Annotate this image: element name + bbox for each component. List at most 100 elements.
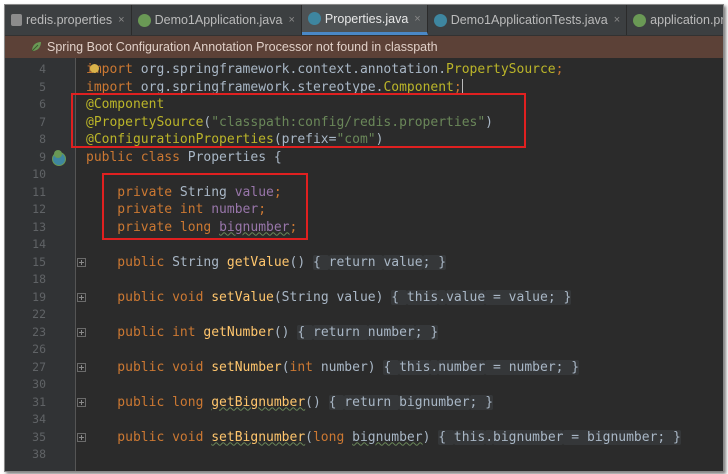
code-token: value	[383, 254, 423, 270]
fold-expand-icon[interactable]	[77, 362, 86, 372]
code-token: = bignumber; }	[563, 429, 681, 445]
line-number: 19	[32, 289, 46, 304]
code-text: public long getBignumber() { return bign…	[86, 394, 494, 412]
line-number: 34	[32, 412, 46, 426]
code-token: (String value)	[273, 289, 392, 305]
warning-banner: Spring Boot Configuration Annotation Pro…	[5, 36, 723, 58]
code-token: String	[172, 254, 227, 270]
fold-expand-icon[interactable]	[77, 292, 86, 302]
code-token: {	[313, 254, 329, 270]
ide-window: redis.properties × Demo1Application.java × P…	[4, 4, 724, 472]
code-token: int	[289, 359, 321, 375]
code-token: ; }	[469, 394, 494, 410]
tab-label: Demo1ApplicationTests.java	[450, 13, 608, 27]
code-token: .	[438, 289, 447, 305]
line-number: 5	[39, 79, 46, 94]
fold-expand-icon[interactable]	[77, 257, 86, 267]
tab-demo1applicationtests-java[interactable]: Demo1ApplicationTests.java ×	[428, 5, 628, 35]
code-token: ; }	[414, 324, 439, 340]
code-token: getValue	[226, 254, 290, 270]
code-line[interactable]: 22	[5, 306, 723, 324]
code-line[interactable]: 23 public int getNumber() { return numbe…	[5, 324, 723, 342]
line-number: 8	[39, 132, 46, 146]
code-token: org.springframework.context.annotation.	[140, 62, 447, 77]
code-token: = number; }	[485, 359, 580, 375]
code-line[interactable]: 19 public void setValue(String value) { …	[5, 289, 723, 307]
spring-leaf-icon	[31, 42, 41, 52]
line-number: 30	[32, 377, 46, 391]
code-token: public void	[86, 359, 212, 375]
code-token: bignumber	[352, 429, 423, 445]
tab-demo1application-java[interactable]: Demo1Application.java ×	[132, 5, 302, 35]
code-token: public void	[86, 429, 212, 445]
code-token: number)	[320, 359, 384, 375]
line-number: 38	[32, 447, 46, 461]
code-line[interactable]: 38	[5, 446, 723, 464]
fold-expand-icon[interactable]	[77, 432, 86, 442]
code-token: return	[344, 394, 400, 410]
code-token: ()	[305, 394, 329, 410]
code-token: getBignumber	[211, 394, 306, 410]
code-token: setBignumber	[211, 429, 306, 445]
tab-label: redis.properties	[26, 13, 113, 27]
code-token: number	[438, 359, 486, 375]
line-number: 13	[32, 219, 46, 234]
code-token: public class	[86, 149, 188, 165]
line-number: 31	[32, 394, 46, 409]
fold-expand-icon[interactable]	[77, 397, 86, 407]
line-number: 9	[39, 149, 46, 164]
code-token: {	[328, 394, 345, 410]
code-line[interactable]: 4 import org.springframework.context.anno…	[5, 61, 723, 79]
close-icon[interactable]: ×	[118, 14, 124, 26]
close-icon[interactable]: ×	[414, 13, 420, 25]
code-token: )	[422, 429, 439, 445]
code-text: public int getNumber() { return number; …	[86, 324, 439, 342]
code-token: Properties {	[187, 149, 282, 165]
tab-properties-java[interactable]: Properties.java ×	[301, 5, 428, 35]
code-line[interactable]: 26	[5, 341, 723, 359]
code-token: bignumber	[493, 429, 564, 445]
code-token: {	[383, 359, 400, 375]
line-number: 15	[32, 254, 46, 269]
properties-file-icon	[11, 14, 22, 26]
text-cursor	[461, 78, 463, 93]
tab-redis-properties[interactable]: redis.properties ×	[5, 5, 132, 35]
code-token: return	[313, 324, 368, 340]
tab-application-pr[interactable]: application.pr	[627, 5, 723, 35]
code-line[interactable]: 27 public void setNumber(int number) { t…	[5, 359, 723, 377]
code-line[interactable]: 34	[5, 411, 723, 429]
line-number: 23	[32, 324, 46, 339]
code-line[interactable]: 30	[5, 376, 723, 394]
code-text: import org.springframework.context.annot…	[86, 61, 563, 79]
spring-boot-class-icon	[137, 13, 151, 27]
code-token: this	[406, 289, 439, 305]
line-number: 27	[32, 359, 46, 374]
code-token: ;	[555, 62, 564, 77]
code-token: public void	[86, 289, 212, 305]
code-text: public String getValue() { return value;…	[86, 254, 447, 272]
code-token: getNumber	[203, 324, 274, 340]
code-line[interactable]: 35 public void setBignumber(long bignumb…	[5, 429, 723, 447]
code-token: this	[453, 429, 486, 445]
code-token: setValue	[211, 289, 274, 305]
line-number: 18	[32, 272, 46, 286]
spring-config-icon	[633, 13, 647, 27]
code-token: (	[305, 429, 313, 445]
close-icon[interactable]: ×	[614, 14, 620, 26]
code-line[interactable]: 31 public long getBignumber() { return b…	[5, 394, 723, 412]
code-token: this	[399, 359, 431, 375]
line-number: 22	[32, 307, 46, 321]
java-class-icon	[307, 12, 321, 25]
close-icon[interactable]: ×	[288, 14, 294, 26]
code-line[interactable]: 9 public class Properties {	[5, 149, 723, 167]
intention-bulb-icon[interactable]	[90, 64, 99, 73]
code-text: public void setBignumber(long bignumber)…	[86, 429, 681, 447]
code-token: public	[86, 254, 173, 270]
code-token: {	[391, 289, 407, 305]
line-number: 11	[32, 184, 46, 199]
fold-expand-icon[interactable]	[77, 327, 86, 337]
line-number: 7	[39, 114, 46, 129]
line-number: 4	[39, 62, 46, 76]
code-line[interactable]: 18	[5, 271, 723, 289]
code-line[interactable]: 15 public String getValue() { return val…	[5, 254, 723, 272]
